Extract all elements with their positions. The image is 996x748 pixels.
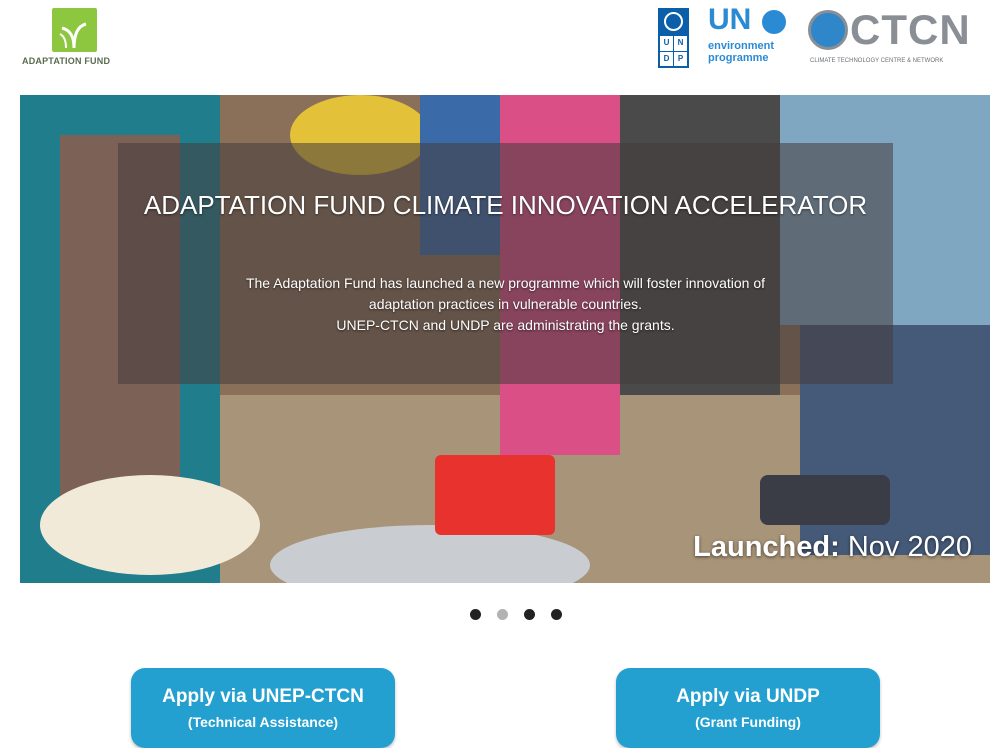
- undp-letter: P: [674, 51, 687, 66]
- ctcn-logo[interactable]: CTCN CLIMATE TECHNOLOGY CENTRE & NETWORK: [806, 6, 996, 70]
- undp-letter: U: [660, 36, 673, 51]
- caption-overlay: [118, 143, 893, 384]
- un-emblem-icon: [664, 12, 683, 31]
- hero-description-line: adaptation practices in vulnerable count…: [368, 296, 643, 312]
- apply-unep-ctcn-sublabel: (Technical Assistance): [187, 714, 339, 730]
- apply-undp-label: Apply via UNDP: [676, 686, 820, 707]
- launched-value: Nov 2020: [847, 531, 972, 563]
- unep-line1: environment: [708, 40, 775, 52]
- carousel-dot-1[interactable]: [470, 609, 481, 620]
- carousel-dot-4[interactable]: [551, 609, 562, 620]
- adaptation-fund-leaf-icon: [52, 8, 97, 52]
- adaptation-fund-logo[interactable]: ADAPTATION FUND: [22, 8, 132, 70]
- apply-undp-sublabel: (Grant Funding): [695, 714, 801, 730]
- apply-unep-ctcn-label: Apply via UNEP-CTCN: [162, 686, 364, 707]
- ctcn-subtitle: CLIMATE TECHNOLOGY CENTRE & NETWORK: [810, 58, 944, 64]
- ctcn-wordmark: CTCN: [850, 6, 971, 53]
- undp-letter: D: [660, 51, 673, 66]
- globe-icon: [808, 10, 848, 50]
- hero-description-line: The Adaptation Fund has launched a new p…: [245, 275, 766, 291]
- carousel-indicators: [470, 609, 570, 623]
- apply-unep-ctcn-button[interactable]: Apply via UNEP-CTCN (Technical Assistanc…: [131, 668, 395, 748]
- apply-undp-button[interactable]: Apply via UNDP (Grant Funding): [616, 668, 880, 748]
- unep-un-text: UN: [708, 3, 752, 36]
- adaptation-fund-logo-text: ADAPTATION FUND: [22, 56, 111, 66]
- hero-title: ADAPTATION FUND CLIMATE INNOVATION ACCEL…: [143, 190, 868, 220]
- undp-logo[interactable]: U N D P: [658, 8, 689, 68]
- un-environment-logo[interactable]: UN environment programme: [708, 4, 798, 70]
- hero-description-line: UNEP-CTCN and UNDP are administrating th…: [336, 317, 675, 333]
- carousel-dot-2[interactable]: [497, 609, 508, 620]
- carousel-dot-3[interactable]: [524, 609, 535, 620]
- hero-description: The Adaptation Fund has launched a new p…: [118, 273, 893, 336]
- undp-letter: N: [674, 36, 687, 51]
- launched-label: Launched:: [693, 531, 840, 563]
- launch-date: Launched: Nov 2020: [693, 531, 972, 564]
- hero-carousel-slide[interactable]: ADAPTATION FUND CLIMATE INNOVATION ACCEL…: [20, 95, 990, 583]
- un-emblem-icon: [762, 10, 786, 34]
- unep-line2: programme: [708, 52, 769, 64]
